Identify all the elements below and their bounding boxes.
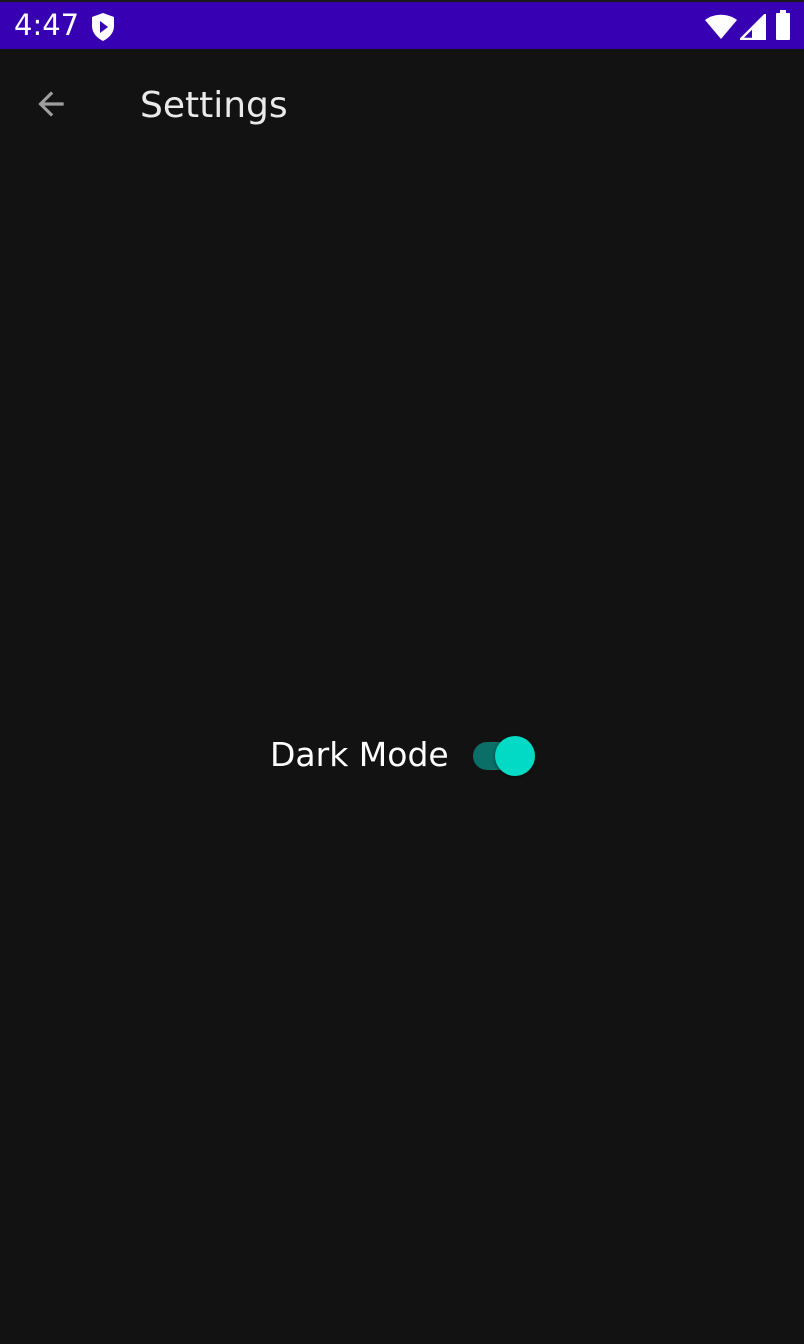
dark-mode-label: Dark Mode [270, 735, 449, 774]
shield-icon [92, 13, 114, 41]
battery-icon [776, 10, 790, 40]
cell-signal-icon [740, 14, 766, 40]
wifi-icon [705, 14, 737, 39]
back-button[interactable] [16, 69, 86, 139]
dark-mode-setting: Dark Mode [270, 730, 537, 780]
status-bar: 4:47 [0, 0, 804, 49]
status-time: 4:47 [14, 8, 80, 42]
settings-screen: 4:47 Settings Dark Mode [0, 0, 804, 1344]
arrow-back-icon [38, 91, 64, 117]
app-bar: Settings [0, 49, 804, 161]
toggle-thumb [494, 736, 535, 776]
dark-mode-toggle[interactable] [472, 733, 537, 777]
page-title: Settings [140, 85, 288, 126]
